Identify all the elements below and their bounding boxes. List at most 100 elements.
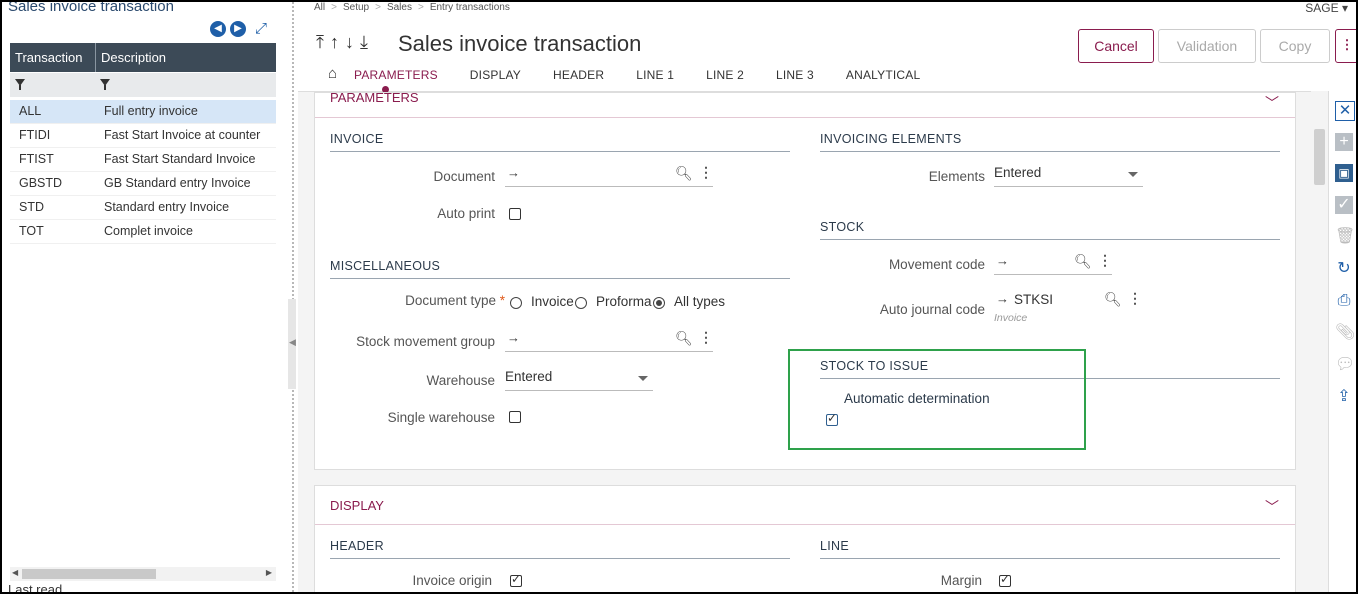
search-icon[interactable]: 🔍︎ bbox=[1074, 253, 1092, 270]
attachment-icon[interactable]: 📎︎ bbox=[1335, 324, 1355, 342]
more-options-icon[interactable]: ⋮ bbox=[1098, 252, 1112, 269]
cancel-button[interactable]: Cancel bbox=[1078, 29, 1154, 63]
breadcrumb: All > Setup > Sales > Entry transactions bbox=[314, 2, 510, 13]
previous-icon[interactable]: ◀ bbox=[210, 21, 226, 37]
radio-proforma-label: Proforma bbox=[596, 294, 652, 309]
delete-icon[interactable]: 🗑︎ bbox=[1335, 228, 1355, 246]
parameters-section: PARAMETERS ﹀ INVOICE Document → 🔍︎ ⋮ Aut… bbox=[314, 90, 1296, 470]
stock-movement-group-field[interactable]: → 🔍︎ ⋮ bbox=[505, 329, 713, 352]
single-warehouse-checkbox[interactable] bbox=[509, 411, 521, 423]
list-item[interactable]: FTIDI Fast Start Invoice at counter bbox=[10, 124, 276, 148]
panel-divider bbox=[292, 2, 294, 592]
tab-line-2[interactable]: LINE 2 bbox=[706, 68, 744, 82]
breadcrumb-item[interactable]: Setup bbox=[343, 2, 369, 13]
tab-line-3[interactable]: LINE 3 bbox=[776, 68, 814, 82]
close-icon[interactable]: ✕ bbox=[1335, 101, 1355, 121]
divider bbox=[330, 278, 790, 279]
more-options-icon[interactable]: ⋮ bbox=[699, 329, 713, 346]
list-item[interactable]: FTIST Fast Start Standard Invoice bbox=[10, 148, 276, 172]
tab-parameters[interactable]: PARAMETERS bbox=[354, 68, 438, 93]
more-options-icon[interactable]: ⋮ bbox=[699, 164, 713, 181]
expand-icon[interactable]: ⤢ bbox=[255, 20, 267, 37]
refresh-icon[interactable]: ↻ bbox=[1335, 260, 1353, 278]
divider bbox=[315, 524, 1295, 525]
horizontal-scrollbar[interactable]: ◀ ▶ bbox=[10, 567, 276, 581]
breadcrumb-item[interactable]: Entry transactions bbox=[430, 2, 510, 13]
scroll-left-icon[interactable]: ◀ bbox=[12, 568, 18, 577]
validation-button[interactable]: Validation bbox=[1158, 29, 1256, 63]
miscellaneous-heading: MISCELLANEOUS bbox=[330, 259, 441, 273]
auto-journal-code-field[interactable]: → STKSI 🔍︎ ⋮ bbox=[994, 290, 1142, 312]
filter-icon[interactable] bbox=[100, 79, 110, 90]
header-bar: All > Setup > Sales > Entry transactions SA… bbox=[298, 2, 1356, 93]
document-label: Document bbox=[433, 169, 495, 184]
column-description[interactable]: Description bbox=[96, 43, 166, 72]
radio-proforma[interactable] bbox=[575, 297, 587, 309]
warehouse-select[interactable]: Entered bbox=[505, 368, 653, 391]
movement-code-field[interactable]: → 🔍︎ ⋮ bbox=[994, 252, 1112, 275]
divider bbox=[330, 558, 790, 559]
chevron-down-icon[interactable]: ﹀ bbox=[1265, 93, 1279, 113]
list-item[interactable]: TOT Complet invoice bbox=[10, 220, 276, 244]
highlight-box bbox=[788, 349, 1086, 450]
list-item[interactable]: GBSTD GB Standard entry Invoice bbox=[10, 172, 276, 196]
search-icon[interactable]: 🔍︎ bbox=[675, 330, 693, 347]
left-panel: Sales invoice transaction ◀ ▶ ⤢ Transact… bbox=[2, 2, 284, 592]
stock-movement-group-label: Stock movement group bbox=[356, 334, 495, 349]
search-icon[interactable]: 🔍︎ bbox=[675, 165, 693, 182]
list-item[interactable]: ALL Full entry invoice bbox=[10, 100, 276, 124]
breadcrumb-item[interactable]: Sales bbox=[387, 2, 412, 13]
filter-icon[interactable] bbox=[15, 79, 25, 90]
previous-record-icon[interactable]: ↑ bbox=[330, 32, 345, 52]
comment-icon[interactable]: 💬︎ bbox=[1335, 356, 1355, 374]
vertical-scrollbar[interactable] bbox=[1311, 91, 1328, 592]
copy-button[interactable]: Copy bbox=[1260, 29, 1330, 63]
check-icon[interactable]: ✓ bbox=[1335, 196, 1353, 214]
radio-all-types[interactable] bbox=[653, 297, 665, 309]
invoice-origin-checkbox[interactable] bbox=[510, 572, 522, 587]
more-actions-icon[interactable]: ⋮ bbox=[1335, 29, 1356, 63]
document-field[interactable]: → 🔍︎ ⋮ bbox=[505, 164, 713, 187]
tab-analytical[interactable]: ANALYTICAL bbox=[846, 68, 920, 82]
list-item[interactable]: STD Standard entry Invoice bbox=[10, 196, 276, 220]
line-heading: LINE bbox=[820, 539, 849, 553]
radio-invoice[interactable] bbox=[510, 297, 522, 309]
invoicing-elements-heading: INVOICING ELEMENTS bbox=[820, 132, 962, 146]
header-heading: HEADER bbox=[330, 539, 384, 553]
tab-header[interactable]: HEADER bbox=[553, 68, 604, 82]
column-transaction[interactable]: Transaction bbox=[10, 43, 96, 72]
scrollbar-thumb[interactable] bbox=[1314, 129, 1325, 185]
print-icon[interactable]: ⎙ bbox=[1335, 292, 1353, 310]
required-icon: * bbox=[499, 293, 505, 308]
chevron-down-icon[interactable]: ﹀ bbox=[1265, 497, 1279, 517]
first-record-icon[interactable]: ⤒ bbox=[316, 32, 330, 52]
page-title: Sales invoice transaction bbox=[398, 31, 642, 56]
collapse-handle[interactable]: ◀ bbox=[288, 299, 296, 389]
scroll-right-icon[interactable]: ▶ bbox=[266, 568, 272, 577]
divider bbox=[315, 117, 1295, 118]
invoice-heading: INVOICE bbox=[330, 132, 384, 146]
save-icon[interactable]: ▣ bbox=[1335, 164, 1353, 182]
margin-label: Margin bbox=[940, 573, 982, 588]
export-icon[interactable]: ⇪ bbox=[1335, 388, 1353, 406]
scrollbar-thumb[interactable] bbox=[22, 569, 156, 579]
radio-invoice-label: Invoice bbox=[531, 294, 574, 309]
breadcrumb-item[interactable]: All bbox=[314, 2, 325, 13]
left-panel-title: Sales invoice transaction bbox=[8, 0, 174, 15]
elements-select[interactable]: Entered bbox=[994, 164, 1143, 187]
transaction-list: ALL Full entry invoice FTIDI Fast Start In… bbox=[10, 100, 276, 244]
margin-checkbox[interactable] bbox=[999, 572, 1011, 587]
search-icon[interactable]: 🔍︎ bbox=[1104, 291, 1122, 308]
home-icon[interactable]: ⌂ bbox=[328, 65, 354, 82]
arrow-right-icon: → bbox=[996, 253, 1009, 268]
next-record-icon[interactable]: ↓ bbox=[345, 32, 360, 52]
add-icon[interactable]: + bbox=[1335, 133, 1353, 151]
tab-line-1[interactable]: LINE 1 bbox=[636, 68, 674, 82]
next-icon[interactable]: ▶ bbox=[230, 21, 246, 37]
tab-display[interactable]: DISPLAY bbox=[470, 68, 521, 82]
last-record-icon[interactable]: ⤓ bbox=[360, 32, 374, 52]
more-options-icon[interactable]: ⋮ bbox=[1128, 290, 1142, 307]
auto-print-checkbox[interactable] bbox=[509, 208, 521, 220]
user-menu[interactable]: SAGE ▾ bbox=[1305, 2, 1348, 15]
radio-all-types-label: All types bbox=[674, 294, 726, 309]
